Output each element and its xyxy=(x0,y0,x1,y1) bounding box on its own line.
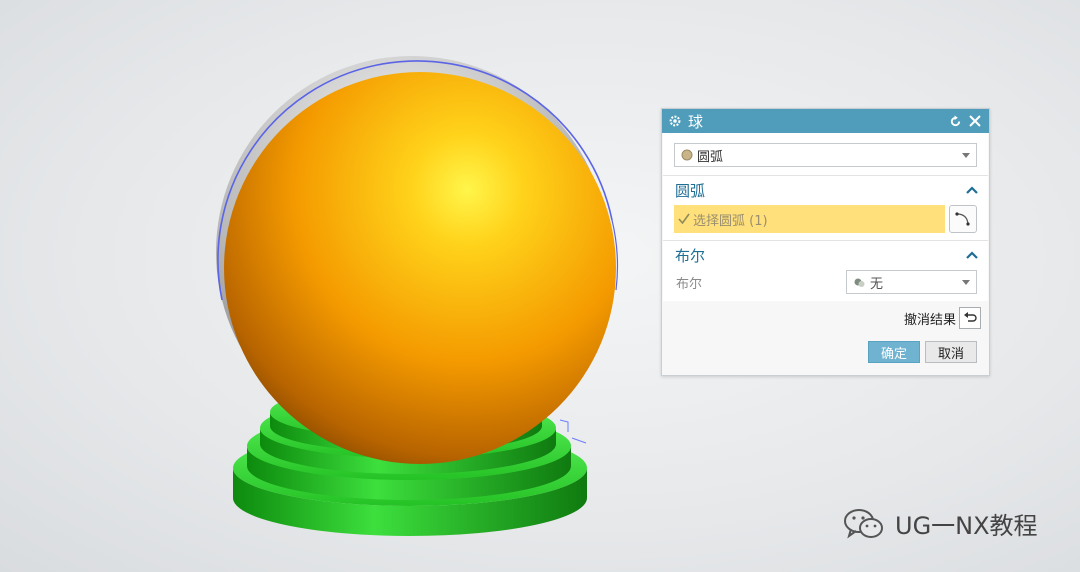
collapse-icon[interactable] xyxy=(966,186,978,194)
dialog-title: 球 xyxy=(688,112,704,131)
sphere-body[interactable] xyxy=(224,72,616,464)
bool-select-value: 无 xyxy=(870,276,884,292)
select-arc-label: 选择圆弧 (1) xyxy=(693,213,768,229)
watermark: UG一NX教程 xyxy=(843,506,1038,541)
bool-group-title: 布尔 xyxy=(675,246,706,265)
curve-select-icon xyxy=(955,212,970,226)
chevron-down-icon xyxy=(962,153,970,158)
undo-icon[interactable] xyxy=(959,307,981,329)
select-arc-row[interactable]: 选择圆弧 (1) xyxy=(674,204,977,234)
bool-label: 布尔 xyxy=(676,276,703,292)
undo-label: 撤消结果 xyxy=(903,312,956,328)
bool-group: 布尔 布尔 无 xyxy=(663,241,988,301)
arc-group-title: 圆弧 xyxy=(675,181,706,200)
bool-group-header[interactable]: 布尔 xyxy=(663,241,988,269)
gear-icon[interactable] xyxy=(668,114,682,128)
wechat-icon xyxy=(844,508,883,538)
check-icon xyxy=(678,213,690,225)
boolean-none-icon xyxy=(854,278,865,287)
bool-select[interactable]: 无 xyxy=(846,270,977,294)
sphere-dialog: 球 圆弧 圆弧 选择圆弧 (1) 布尔 布尔 无 撤消结果 确定 取消 xyxy=(661,108,990,376)
undo-row: 撤消结果 xyxy=(662,301,989,329)
type-section: 圆弧 xyxy=(663,133,988,176)
dialog-titlebar: 球 xyxy=(662,109,989,133)
reset-icon[interactable] xyxy=(947,113,963,129)
arc-group-header[interactable]: 圆弧 xyxy=(663,176,988,204)
cancel-button[interactable]: 取消 xyxy=(925,341,977,363)
watermark-text: UG一NX教程 xyxy=(895,512,1038,540)
arc-type-icon xyxy=(681,149,693,161)
type-select[interactable]: 圆弧 xyxy=(674,143,977,167)
button-row: 确定 取消 xyxy=(662,329,989,363)
ok-button[interactable]: 确定 xyxy=(868,341,920,363)
close-icon[interactable] xyxy=(967,113,983,129)
chevron-down-icon xyxy=(962,280,970,285)
arc-group: 圆弧 选择圆弧 (1) xyxy=(663,176,988,240)
type-select-value: 圆弧 xyxy=(697,149,724,165)
collapse-icon[interactable] xyxy=(966,251,978,259)
arc-pick-button[interactable] xyxy=(949,205,977,233)
bool-row: 布尔 无 xyxy=(674,269,977,295)
